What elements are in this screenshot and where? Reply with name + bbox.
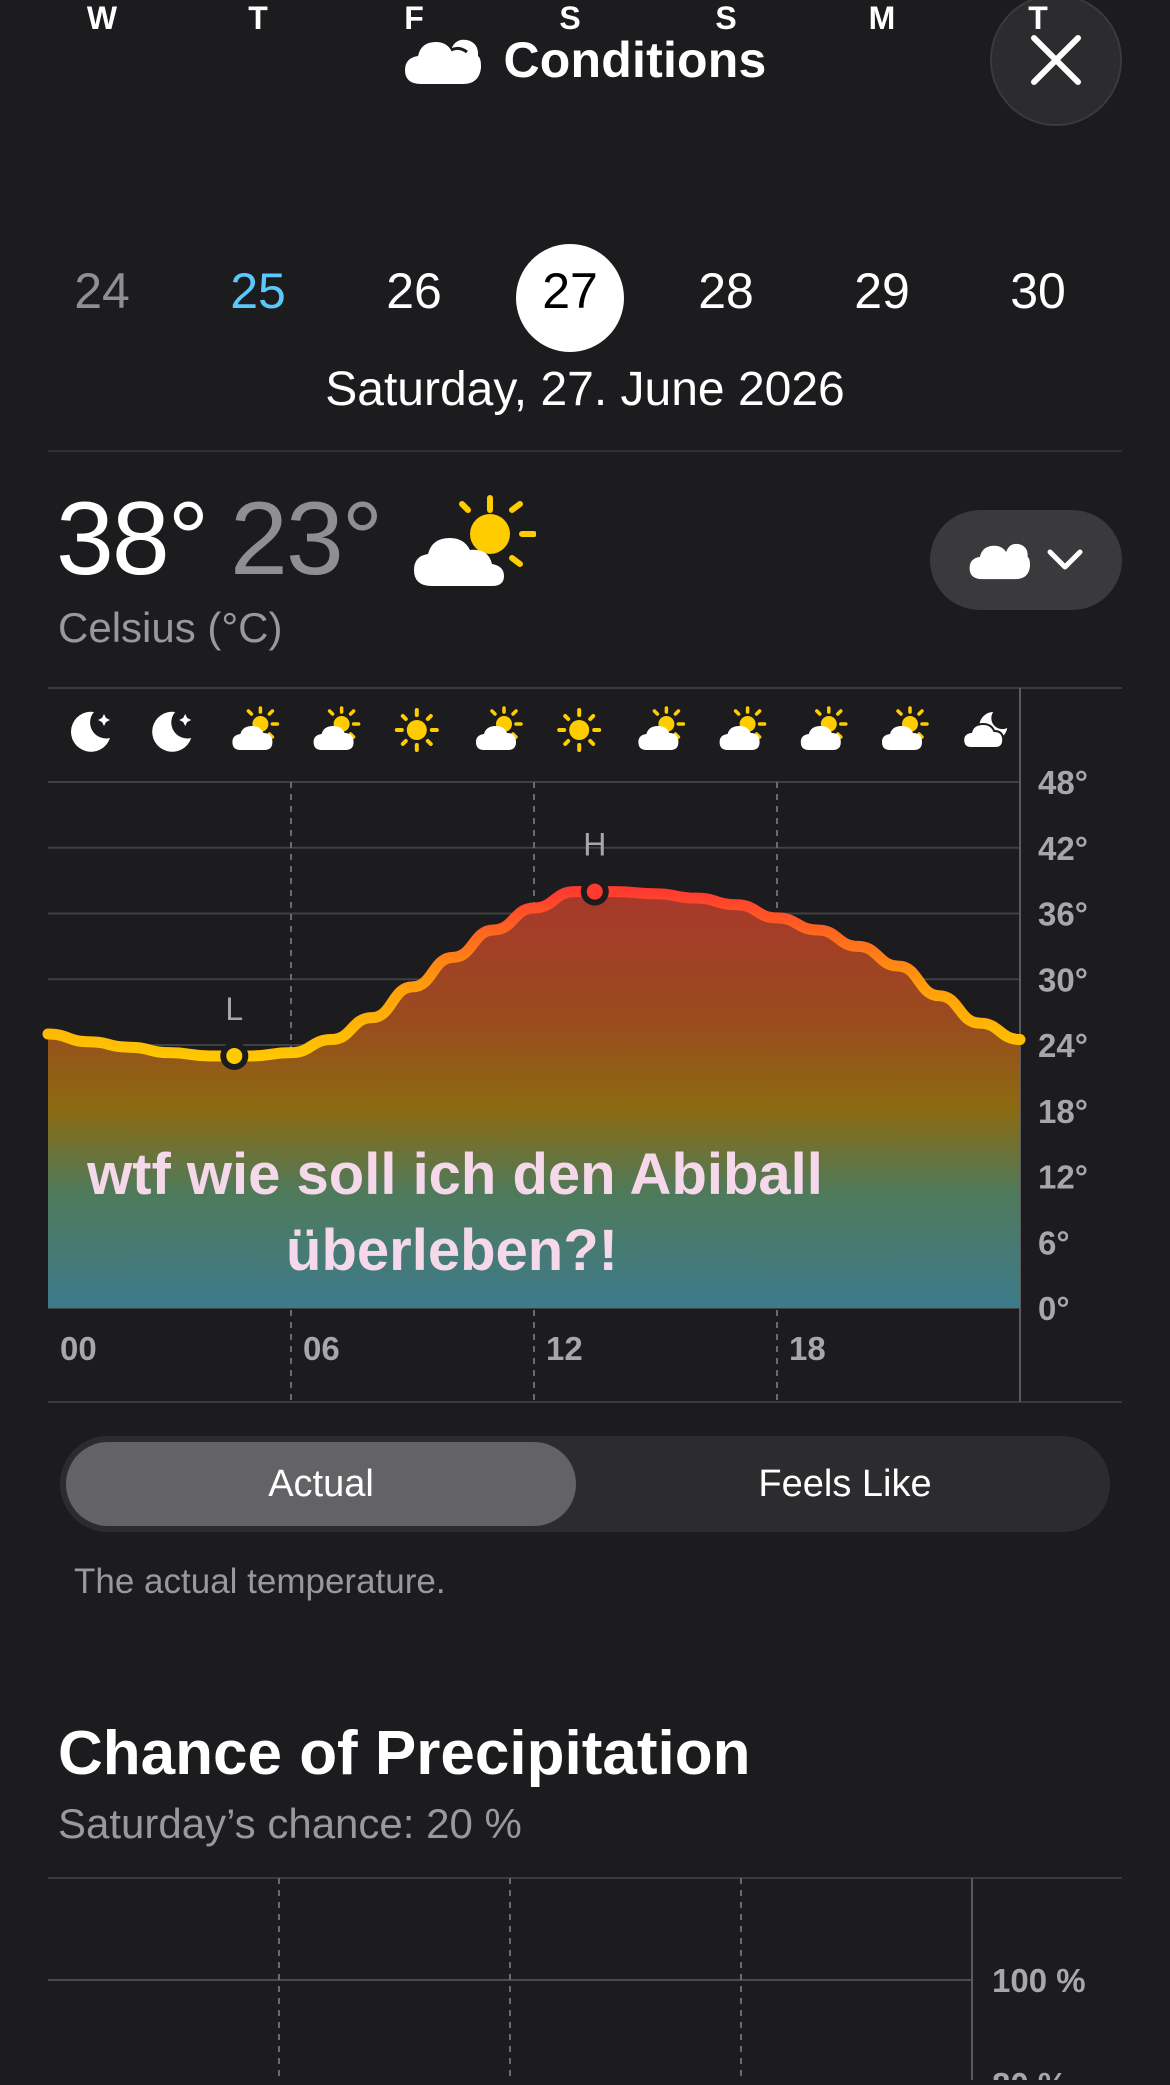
condition-layer-selector[interactable] [930,510,1122,610]
overlay-caption-line1: wtf wie soll ich den Abiball [86,1142,823,1207]
precipitation-chart-svg: 100 % 80 % [48,1877,1122,2085]
week-day-letter: T [1028,0,1048,36]
marker-label: H [583,827,606,863]
y-tick-label: 12° [1038,1159,1088,1196]
toggle-feels-like[interactable]: Feels Like [590,1442,1100,1526]
week-day-letter: T [248,0,268,36]
moon-stars-icon [152,711,192,752]
week-day-number: 27 [542,263,598,319]
cloud-moon-icon [962,712,1008,749]
week-day-letter: M [868,0,896,36]
close-icon [1031,35,1081,85]
temperature-mode-toggle: Actual Feels Like [60,1436,1110,1532]
overlay-caption-line2: überleben?! [286,1218,618,1283]
x-tick-label: 06 [303,1330,340,1367]
toggle-description: The actual temperature. [74,1562,446,1601]
week-day-number: 30 [1010,263,1066,319]
x-tick-label: 00 [60,1330,97,1367]
toggle-actual[interactable]: Actual [66,1442,576,1526]
x-tick-label: 12 [546,1330,583,1367]
week-day-number: 29 [854,263,910,319]
selected-date-label: Saturday, 27. June 2026 [325,363,845,416]
y-tick-label: 42° [1038,830,1088,867]
partly-sunny-icon [232,706,280,750]
precip-y-tick-label: 100 % [992,1962,1086,1999]
unit-label: Celsius (°C) [58,604,283,651]
marker-label: L [225,991,243,1027]
partly-sunny-icon [414,495,536,586]
moon-stars-icon [70,711,110,752]
precipitation-chart: 100 % 80 % [0,1876,1170,2085]
y-tick-label: 6° [1038,1224,1070,1261]
week-day-letter: F [404,0,424,36]
cloud-icon [969,543,1030,580]
y-tick-label: 18° [1038,1093,1088,1130]
y-tick-label: 48° [1038,764,1088,801]
y-tick-label: 0° [1038,1290,1070,1327]
week-day-number: 26 [386,263,442,319]
partly-sunny-icon [800,706,848,750]
chevron-down-icon [1047,549,1083,570]
precipitation-subtitle: Saturday’s chance: 20 % [58,1800,522,1847]
y-tick-label: 36° [1038,896,1088,933]
week-day-number: 28 [698,263,754,319]
week-day-letter: S [715,0,737,36]
y-tick-label: 30° [1038,961,1088,998]
y-tick-label: 24° [1038,1027,1088,1064]
temperature-low: 23° [230,481,383,597]
week-day-letter: S [559,0,581,36]
temperature-chart: L H 48° 42° 36° 30° 24° 18° 12° 6° 0° 00 06 12 18 wtf w… [0,686,1170,1406]
sun-icon [557,708,602,752]
temperature-high: 38° [56,481,209,597]
week-day-number: 25 [230,263,286,319]
sun-icon [394,708,439,752]
temperature-marker-dot [226,1047,243,1064]
precip-y-tick-label: 80 % [992,2066,1067,2080]
temperature-marker-dot [586,883,603,900]
precipitation-title: Chance of Precipitation [58,1719,751,1788]
partly-sunny-icon [882,706,929,750]
week-day-letter: W [86,0,118,36]
partly-sunny-icon [476,706,523,750]
partly-sunny-icon [638,706,686,750]
cloud-icon [405,39,482,84]
sheet-title: Conditions [503,32,767,88]
week-day-number: 24 [74,263,130,319]
partly-sunny-icon [313,706,361,750]
divider [48,450,1122,452]
partly-sunny-icon [719,706,767,750]
x-tick-label: 18 [789,1330,826,1367]
temperature-chart-svg: L H 48° 42° 36° 30° 24° 18° 12° 6° 0° 00 06 12 18 wtf w… [42,687,1122,1403]
